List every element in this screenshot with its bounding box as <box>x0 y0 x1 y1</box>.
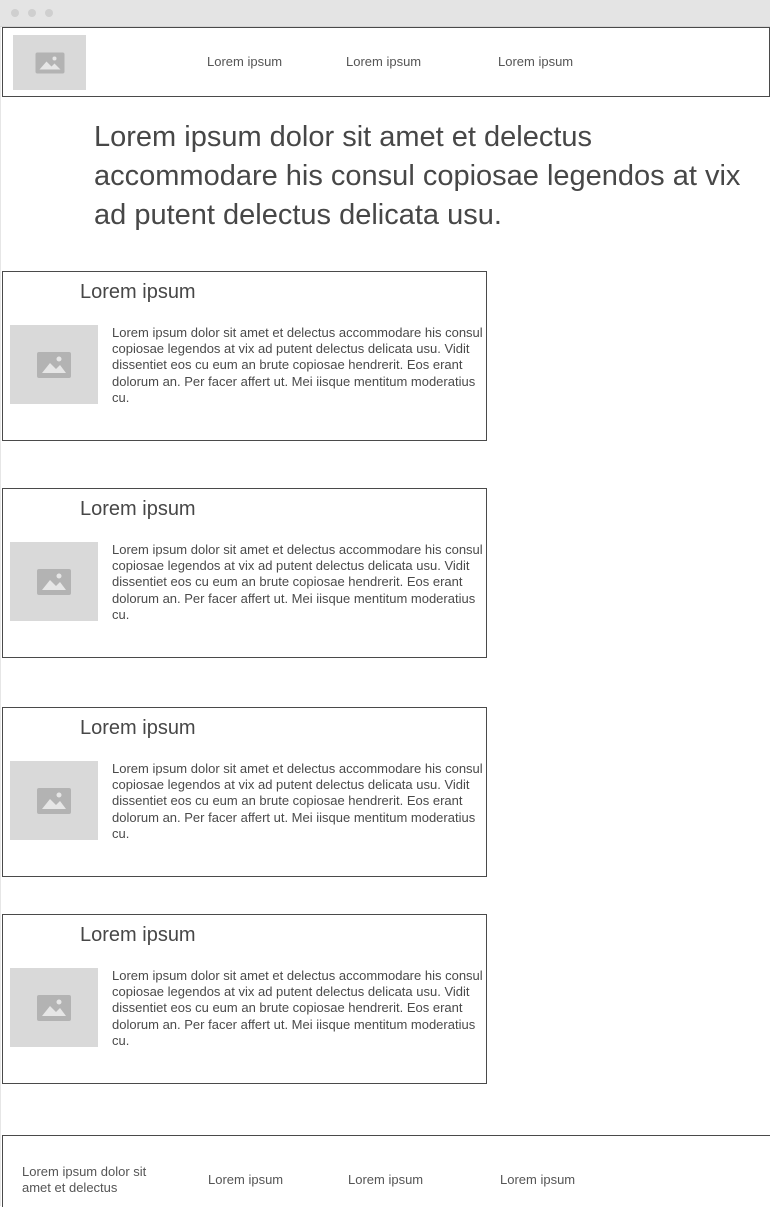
card-image <box>10 968 98 1047</box>
image-placeholder-icon <box>37 351 71 378</box>
footer-link-1[interactable]: Lorem ipsum <box>208 1172 283 1187</box>
card-image <box>10 761 98 840</box>
image-placeholder-icon <box>37 568 71 595</box>
nav-link-3[interactable]: Lorem ipsum <box>498 54 573 69</box>
content-card-1: Lorem ipsum Lorem ipsum dolor sit amet e… <box>2 271 487 441</box>
footer-link-2[interactable]: Lorem ipsum <box>348 1172 423 1187</box>
card-image <box>10 325 98 404</box>
site-footer: Lorem ipsum dolor sit amet et delectus L… <box>2 1135 770 1207</box>
image-placeholder-icon <box>35 52 64 73</box>
content-card-3: Lorem ipsum Lorem ipsum dolor sit amet e… <box>2 707 487 877</box>
logo[interactable] <box>13 35 86 90</box>
card-body-text: Lorem ipsum dolor sit amet et delectus a… <box>112 325 483 405</box>
image-placeholder-icon <box>37 787 71 814</box>
window-minimize-control[interactable] <box>28 9 36 17</box>
window-close-control[interactable] <box>11 9 19 17</box>
window-title-bar <box>0 0 770 27</box>
card-title: Lorem ipsum <box>80 281 196 303</box>
card-body-text: Lorem ipsum dolor sit amet et delectus a… <box>112 761 483 841</box>
hero-heading: Lorem ipsum dolor sit amet et delectus a… <box>94 121 741 231</box>
content-card-2: Lorem ipsum Lorem ipsum dolor sit amet e… <box>2 488 487 658</box>
footer-text: Lorem ipsum dolor sit amet et delectus <box>22 1164 147 1195</box>
window-maximize-control[interactable] <box>45 9 53 17</box>
nav-link-2[interactable]: Lorem ipsum <box>346 54 421 69</box>
content-card-4: Lorem ipsum Lorem ipsum dolor sit amet e… <box>2 914 487 1084</box>
nav-link-1[interactable]: Lorem ipsum <box>207 54 282 69</box>
card-image <box>10 542 98 621</box>
footer-link-3[interactable]: Lorem ipsum <box>500 1172 575 1187</box>
site-header: Lorem ipsum Lorem ipsum Lorem ipsum <box>2 27 770 97</box>
card-title: Lorem ipsum <box>80 924 196 946</box>
window-left-edge <box>0 27 1 1206</box>
card-body-text: Lorem ipsum dolor sit amet et delectus a… <box>112 968 483 1048</box>
image-placeholder-icon <box>37 994 71 1021</box>
card-title: Lorem ipsum <box>80 717 196 739</box>
card-title: Lorem ipsum <box>80 498 196 520</box>
card-body-text: Lorem ipsum dolor sit amet et delectus a… <box>112 542 483 622</box>
